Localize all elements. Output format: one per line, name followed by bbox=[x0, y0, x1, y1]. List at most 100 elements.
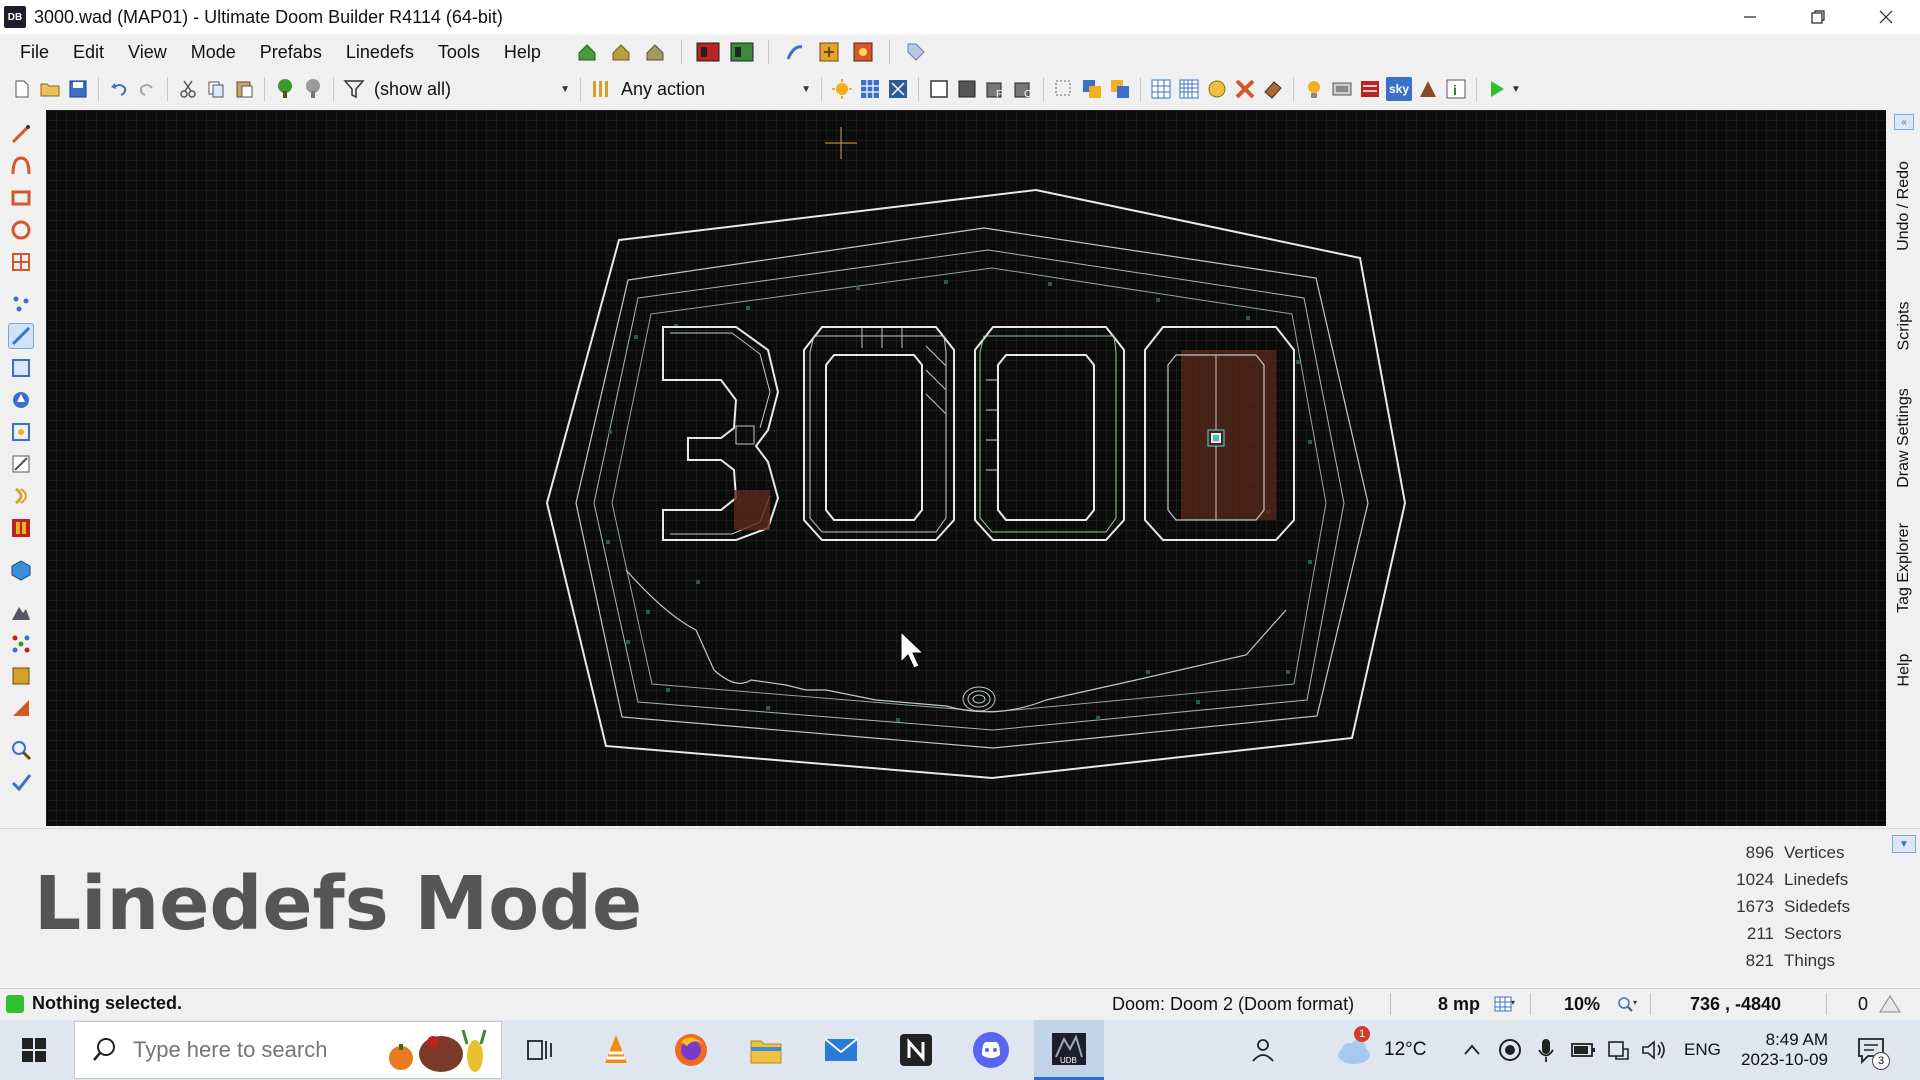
file-explorer-app-button[interactable] bbox=[734, 1020, 798, 1080]
paste-icon[interactable] bbox=[232, 77, 256, 101]
dense-grid-icon[interactable] bbox=[1177, 77, 1201, 101]
sector-grid-icon[interactable] bbox=[1149, 77, 1173, 101]
draw-ellipse-icon[interactable] bbox=[8, 217, 34, 243]
sound-environment-icon[interactable] bbox=[8, 515, 34, 541]
save-map-icon[interactable] bbox=[66, 77, 90, 101]
test-map-from-view-icon[interactable] bbox=[730, 40, 754, 64]
taskbar-search-box[interactable] bbox=[74, 1021, 502, 1079]
brightness-icon[interactable] bbox=[830, 77, 854, 101]
dynamic-light-icon[interactable] bbox=[1261, 77, 1285, 101]
microphone-icon[interactable] bbox=[1536, 1020, 1556, 1080]
map-canvas[interactable] bbox=[46, 110, 1886, 826]
collapse-info-panel-icon[interactable]: ▼ bbox=[1892, 835, 1916, 853]
test-map-icon[interactable] bbox=[696, 40, 720, 64]
copy-icon[interactable] bbox=[204, 77, 228, 101]
game-config-icon[interactable] bbox=[851, 40, 875, 64]
view-ceilings-icon[interactable]: C bbox=[1011, 77, 1035, 101]
chevron-down-icon[interactable]: ▼ bbox=[1511, 84, 1521, 95]
record-icon[interactable] bbox=[1498, 1020, 1522, 1080]
things-filter-dropdown[interactable]: (show all) ▼ bbox=[368, 76, 574, 102]
undo-icon[interactable] bbox=[107, 77, 131, 101]
bridge-icon[interactable] bbox=[8, 663, 34, 689]
view-normal-icon[interactable] bbox=[927, 77, 951, 101]
menu-help[interactable]: Help bbox=[492, 36, 553, 68]
new-map-icon[interactable] bbox=[10, 77, 34, 101]
view-floors-icon[interactable]: F bbox=[983, 77, 1007, 101]
system-clock[interactable]: 8:49 AM 2023-10-09 bbox=[1736, 1020, 1828, 1080]
draw-lines-icon[interactable] bbox=[8, 121, 34, 147]
tab-draw-settings[interactable]: Draw Settings bbox=[1892, 378, 1916, 498]
prefab-insert-icon[interactable] bbox=[575, 40, 599, 64]
play-test-icon[interactable] bbox=[1485, 77, 1509, 101]
digit-3-sector[interactable] bbox=[662, 326, 780, 541]
things-mode-icon[interactable] bbox=[8, 387, 34, 413]
light-bulb-icon[interactable] bbox=[1302, 77, 1326, 101]
model-icon[interactable] bbox=[1233, 77, 1257, 101]
sound-propagation-icon[interactable] bbox=[8, 483, 34, 509]
network-icon[interactable] bbox=[1606, 1020, 1630, 1080]
prefab-previous-icon[interactable] bbox=[609, 40, 633, 64]
linedef-action-icon[interactable] bbox=[589, 77, 613, 101]
tab-undo-redo[interactable]: Undo / Redo bbox=[1892, 146, 1916, 266]
linedefs-mode-icon[interactable] bbox=[8, 323, 34, 349]
digit-0-third-sector[interactable] bbox=[1144, 326, 1295, 541]
vlc-app-button[interactable] bbox=[584, 1020, 648, 1080]
toggle-grid-icon[interactable] bbox=[858, 77, 882, 101]
cut-icon[interactable] bbox=[176, 77, 200, 101]
zoom-icon[interactable]: ▾ bbox=[1616, 989, 1638, 1019]
open-map-icon[interactable] bbox=[38, 77, 62, 101]
fog-icon[interactable] bbox=[1330, 77, 1354, 101]
volume-icon[interactable] bbox=[1640, 1020, 1666, 1080]
info-icon[interactable]: i bbox=[1444, 77, 1468, 101]
linedef-action-dropdown[interactable]: Any action ▼ bbox=[615, 76, 815, 102]
thing-tree-icon[interactable] bbox=[273, 77, 297, 101]
find-replace-icon[interactable] bbox=[8, 737, 34, 763]
redo-icon[interactable] bbox=[135, 77, 159, 101]
tab-scripts[interactable]: Scripts bbox=[1892, 286, 1916, 366]
notification-center-button[interactable]: 3 bbox=[1856, 1020, 1890, 1080]
notion-app-button[interactable] bbox=[884, 1020, 948, 1080]
snap-to-grid-icon[interactable] bbox=[886, 77, 910, 101]
digit-0-second-sector[interactable] bbox=[974, 326, 1125, 541]
weather-widget[interactable]: 1 12°C bbox=[1336, 1020, 1426, 1080]
grid-options-icon[interactable]: ▾ bbox=[1494, 989, 1516, 1019]
event-lines-icon[interactable] bbox=[1358, 77, 1382, 101]
discord-app-button[interactable] bbox=[959, 1020, 1023, 1080]
draw-rectangle-icon[interactable] bbox=[8, 185, 34, 211]
restore-button[interactable] bbox=[1784, 0, 1852, 34]
show-hidden-icons-button[interactable] bbox=[1462, 1020, 1482, 1080]
prefab-save-icon[interactable] bbox=[643, 40, 667, 64]
battery-icon[interactable] bbox=[1570, 1020, 1596, 1080]
tab-help[interactable]: Help bbox=[1892, 640, 1916, 700]
terrain-icon[interactable] bbox=[8, 599, 34, 625]
filter-icon[interactable] bbox=[342, 77, 366, 101]
mail-app-button[interactable] bbox=[809, 1020, 873, 1080]
start-button[interactable] bbox=[0, 1020, 68, 1080]
merge-classic-icon[interactable] bbox=[1080, 77, 1104, 101]
visual-mode-icon[interactable] bbox=[1416, 77, 1440, 101]
edit-selection-icon[interactable] bbox=[8, 451, 34, 477]
threed-floor-icon[interactable] bbox=[8, 631, 34, 657]
teleport-spiral[interactable] bbox=[962, 686, 996, 712]
draw-curve-icon[interactable] bbox=[8, 153, 34, 179]
digit-0-first-sector[interactable] bbox=[803, 326, 955, 541]
sectors-mode-icon[interactable] bbox=[8, 355, 34, 381]
menu-prefabs[interactable]: Prefabs bbox=[248, 36, 334, 68]
script-editor-icon[interactable] bbox=[783, 40, 807, 64]
menu-edit[interactable]: Edit bbox=[61, 36, 116, 68]
sky-icon[interactable]: sky bbox=[1386, 77, 1412, 101]
menu-view[interactable]: View bbox=[116, 36, 179, 68]
merge-replace-icon[interactable] bbox=[1108, 77, 1132, 101]
menu-file[interactable]: File bbox=[8, 36, 61, 68]
menu-mode[interactable]: Mode bbox=[179, 36, 248, 68]
slope-icon[interactable] bbox=[8, 695, 34, 721]
menu-tools[interactable]: Tools bbox=[426, 36, 492, 68]
people-icon[interactable] bbox=[1250, 1020, 1276, 1080]
tag-icon[interactable] bbox=[904, 40, 928, 64]
view-brightness-icon[interactable] bbox=[955, 77, 979, 101]
bottom-path-linedef[interactable] bbox=[625, 569, 1287, 713]
collapse-docker-icon[interactable]: « bbox=[1894, 114, 1914, 130]
thing-tree-grey-icon[interactable] bbox=[301, 77, 325, 101]
input-language[interactable]: ENG bbox=[1684, 1020, 1721, 1080]
vertices-mode-icon[interactable] bbox=[8, 291, 34, 317]
